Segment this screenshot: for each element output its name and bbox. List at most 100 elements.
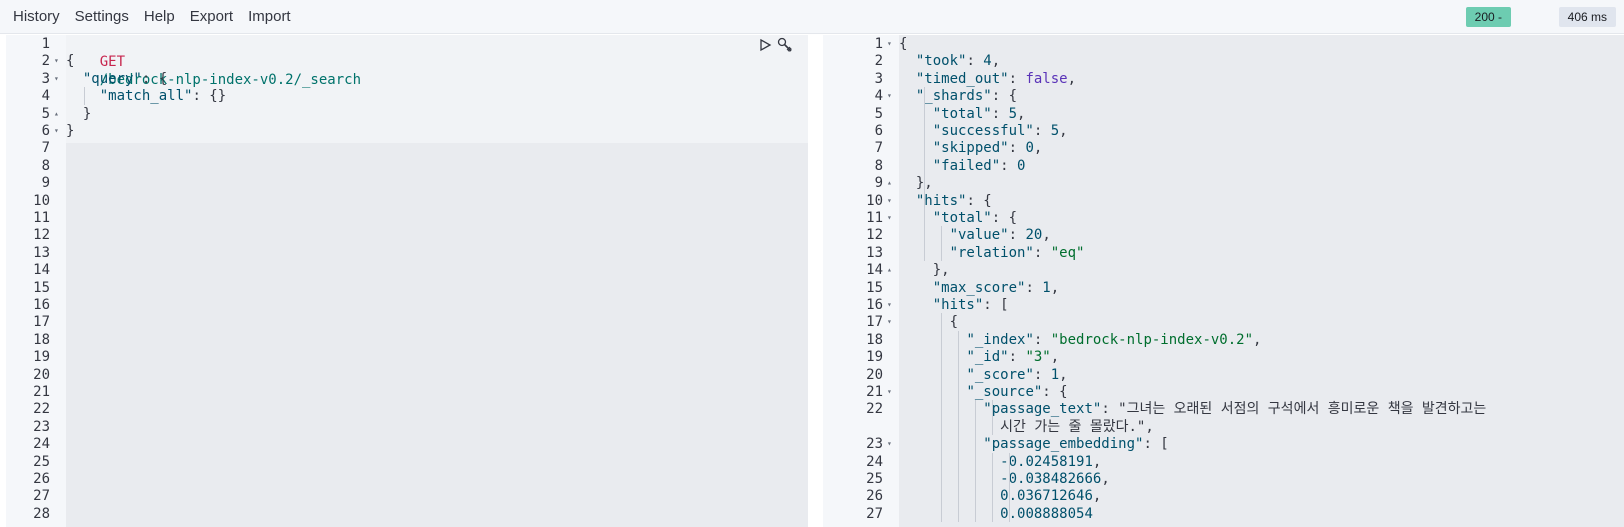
wrench-icon[interactable]: [776, 36, 794, 54]
response-code-line[interactable]: "hits": [: [899, 296, 1009, 314]
request-line-number: 24: [33, 436, 50, 453]
request-line-number: 22: [33, 401, 50, 418]
response-line-number: 25: [866, 471, 883, 487]
response-code-line[interactable]: "passage_text": "그녀는 오래된 서점의 구석에서 흥미로운 책…: [899, 400, 1486, 418]
request-line-number: 28: [33, 505, 50, 522]
request-code-line[interactable]: }: [66, 122, 74, 140]
response-line-number: 15: [866, 279, 883, 296]
response-code-line[interactable]: "timed_out": false,: [899, 70, 1076, 88]
response-code-line[interactable]: "value": 20,: [899, 226, 1051, 244]
request-line-number: 1: [41, 36, 50, 52]
response-line-number: 12: [866, 227, 883, 244]
menu-item-export[interactable]: Export: [182, 0, 240, 34]
request-line-number: 6: [41, 123, 50, 139]
request-code-line[interactable]: }: [66, 105, 91, 123]
response-code-line[interactable]: "_source": {: [899, 383, 1067, 401]
request-line-number: 8: [41, 157, 50, 174]
request-line-number: 26: [33, 471, 50, 487]
menu-item-settings[interactable]: Settings: [67, 0, 136, 34]
fold-toggle-icon[interactable]: ▾: [887, 313, 892, 331]
menu-item-import[interactable]: Import: [241, 0, 299, 34]
request-line-number: 10: [33, 192, 50, 209]
request-editor[interactable]: GET /bedrock-nlp-index-v0.2/_search 1234…: [6, 35, 808, 527]
response-line-number: 16: [866, 297, 883, 313]
response-line-number: 9: [874, 175, 883, 192]
request-time-badge: 406 ms: [1558, 7, 1616, 27]
request-line-number: 18: [33, 331, 50, 348]
fold-toggle-icon[interactable]: ▾: [887, 383, 892, 401]
response-line-number: 6: [874, 123, 883, 139]
top-menu: History Settings Help Export Import: [0, 0, 298, 34]
request-code-line[interactable]: "query": {: [66, 70, 167, 88]
indent-guide: [974, 400, 976, 523]
response-code-line[interactable]: {: [899, 35, 907, 53]
play-icon[interactable]: [758, 38, 772, 52]
indent-guide: [924, 87, 926, 209]
response-line-number: 1: [874, 36, 883, 52]
response-code-line[interactable]: "failed": 0: [899, 157, 1026, 175]
fold-toggle-icon[interactable]: ▾: [887, 296, 892, 314]
request-method: GET: [99, 54, 126, 70]
response-code-line[interactable]: "hits": {: [899, 192, 992, 210]
response-code-line[interactable]: "relation": "eq": [899, 244, 1085, 262]
response-line-number: 20: [866, 366, 883, 383]
request-line[interactable]: GET /bedrock-nlp-index-v0.2/_search: [66, 35, 361, 88]
fold-toggle-icon[interactable]: ▴: [887, 174, 892, 192]
response-code-line[interactable]: -0.02458191,: [899, 453, 1101, 471]
fold-toggle-icon[interactable]: ▾: [54, 70, 59, 88]
fold-toggle-icon[interactable]: ▾: [887, 35, 892, 53]
response-line-number: 18: [866, 331, 883, 348]
request-line-number: 4: [41, 88, 50, 105]
response-code-line[interactable]: "total": 5,: [899, 105, 1026, 123]
response-code-line[interactable]: "passage_embedding": [: [899, 435, 1168, 453]
fold-toggle-icon[interactable]: ▾: [887, 192, 892, 210]
response-line-number: 2: [874, 53, 883, 70]
request-line-number: 17: [33, 314, 50, 331]
menu-item-help[interactable]: Help: [136, 0, 182, 34]
request-line-number: 21: [33, 384, 50, 400]
indent-guide: [941, 226, 943, 262]
response-code-line[interactable]: 0.008888054: [899, 505, 1093, 523]
response-line-number: 11: [866, 210, 883, 226]
request-line-number: 7: [41, 140, 50, 157]
response-line-number: 10: [866, 192, 883, 209]
fold-toggle-icon[interactable]: ▾: [54, 52, 59, 70]
response-line-number: 27: [866, 505, 883, 522]
response-line-number: 24: [866, 453, 883, 470]
response-code-line[interactable]: "_shards": {: [899, 87, 1017, 105]
request-line-number: 19: [33, 349, 50, 366]
response-line-number: 13: [866, 244, 883, 261]
response-line-number: 21: [866, 384, 883, 400]
response-code-line[interactable]: },: [899, 174, 933, 192]
request-line-number: 16: [33, 297, 50, 313]
response-code-line[interactable]: "_id": "3",: [899, 348, 1059, 366]
request-line-number: 14: [33, 262, 50, 279]
fold-toggle-icon[interactable]: ▾: [887, 435, 892, 453]
response-code-line[interactable]: "_score": 1,: [899, 366, 1067, 384]
response-line-number: 8: [874, 157, 883, 174]
indent-guide: [991, 400, 993, 436]
response-code-line[interactable]: "took": 4,: [899, 52, 1000, 70]
response-viewer[interactable]: 1 ▾{2 "took": 4, 3 "timed_out": false, 4 ▾ "…: [823, 35, 1624, 527]
indent-guide: [941, 313, 943, 523]
response-line-number: 23: [866, 436, 883, 453]
response-code-line[interactable]: "max_score": 1,: [899, 279, 1059, 297]
response-code-line[interactable]: {: [899, 313, 958, 331]
fold-toggle-icon[interactable]: ▴: [887, 261, 892, 279]
request-code-line[interactable]: "match_all": {}: [66, 87, 226, 105]
fold-toggle-icon[interactable]: ▾: [887, 87, 892, 105]
response-code-line[interactable]: "total": {: [899, 209, 1017, 227]
menu-item-history[interactable]: History: [0, 0, 67, 34]
fold-toggle-icon[interactable]: ▾: [887, 209, 892, 227]
request-code-line[interactable]: {: [66, 52, 74, 70]
request-line-number: 27: [33, 488, 50, 505]
fold-toggle-icon[interactable]: ▾: [54, 122, 59, 140]
response-code-line[interactable]: "skipped": 0,: [899, 139, 1043, 157]
response-code-line[interactable]: },: [899, 261, 950, 279]
response-code-line[interactable]: -0.038482666,: [899, 470, 1110, 488]
fold-toggle-icon[interactable]: ▴: [54, 105, 59, 123]
response-code-line[interactable]: 시간 가는 줄 몰랐다.",: [899, 418, 1154, 436]
response-code-line[interactable]: 0.036712646,: [899, 487, 1101, 505]
pane-divider[interactable]: [808, 35, 823, 527]
response-code-line[interactable]: "_index": "bedrock-nlp-index-v0.2",: [899, 331, 1261, 349]
